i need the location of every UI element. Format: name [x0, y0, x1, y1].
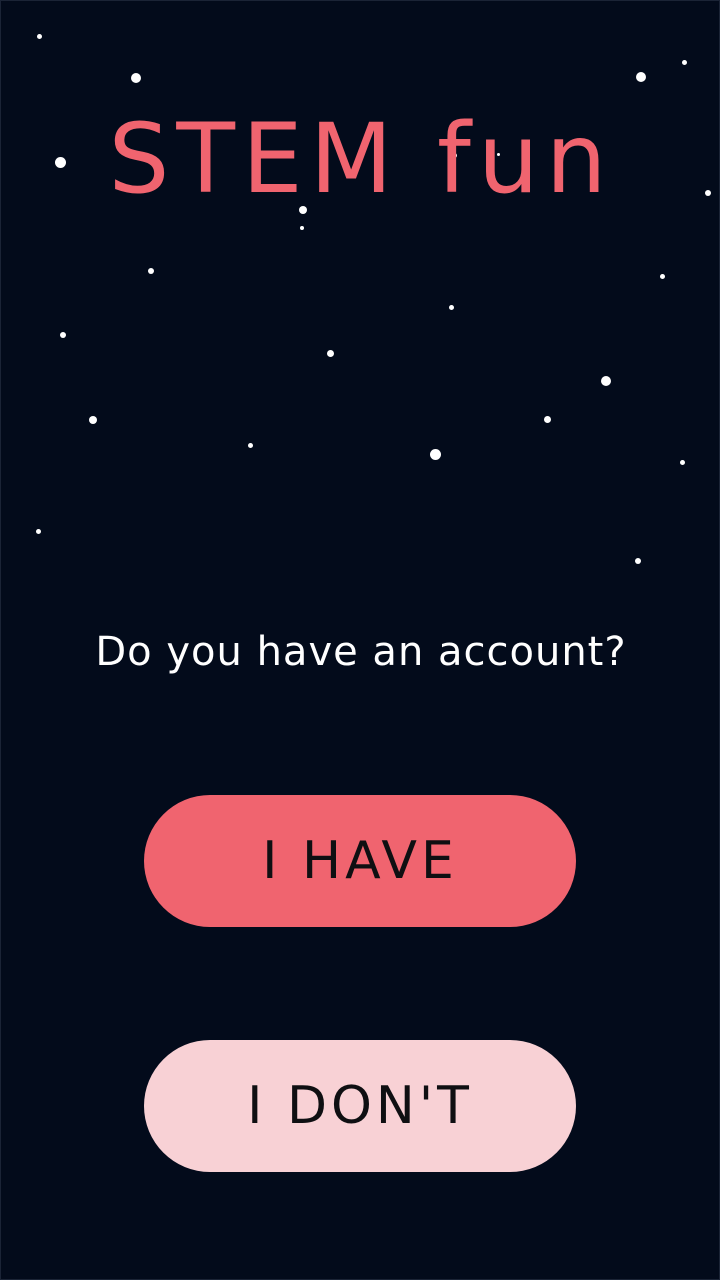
star — [635, 558, 641, 564]
star — [327, 350, 334, 357]
star — [36, 529, 41, 534]
star — [37, 34, 42, 39]
star — [131, 73, 141, 83]
star — [680, 460, 685, 465]
star — [601, 376, 611, 386]
star — [449, 305, 454, 310]
star — [430, 449, 441, 460]
have-account-label: I HAVE — [262, 831, 458, 891]
star — [89, 416, 97, 424]
star — [660, 274, 665, 279]
star — [148, 268, 154, 274]
star — [636, 72, 646, 82]
star — [60, 332, 66, 338]
star — [682, 60, 687, 65]
no-account-button[interactable]: I DON'T — [144, 1040, 576, 1172]
have-account-button[interactable]: I HAVE — [144, 795, 576, 927]
star — [300, 226, 304, 230]
account-question: Do you have an account? — [95, 629, 627, 675]
star — [248, 443, 253, 448]
no-account-label: I DON'T — [247, 1076, 473, 1136]
account-choice-screen: STEM fun Do you have an account? I HAVE … — [0, 0, 720, 1280]
app-title: STEM fun — [108, 103, 614, 216]
star — [544, 416, 551, 423]
